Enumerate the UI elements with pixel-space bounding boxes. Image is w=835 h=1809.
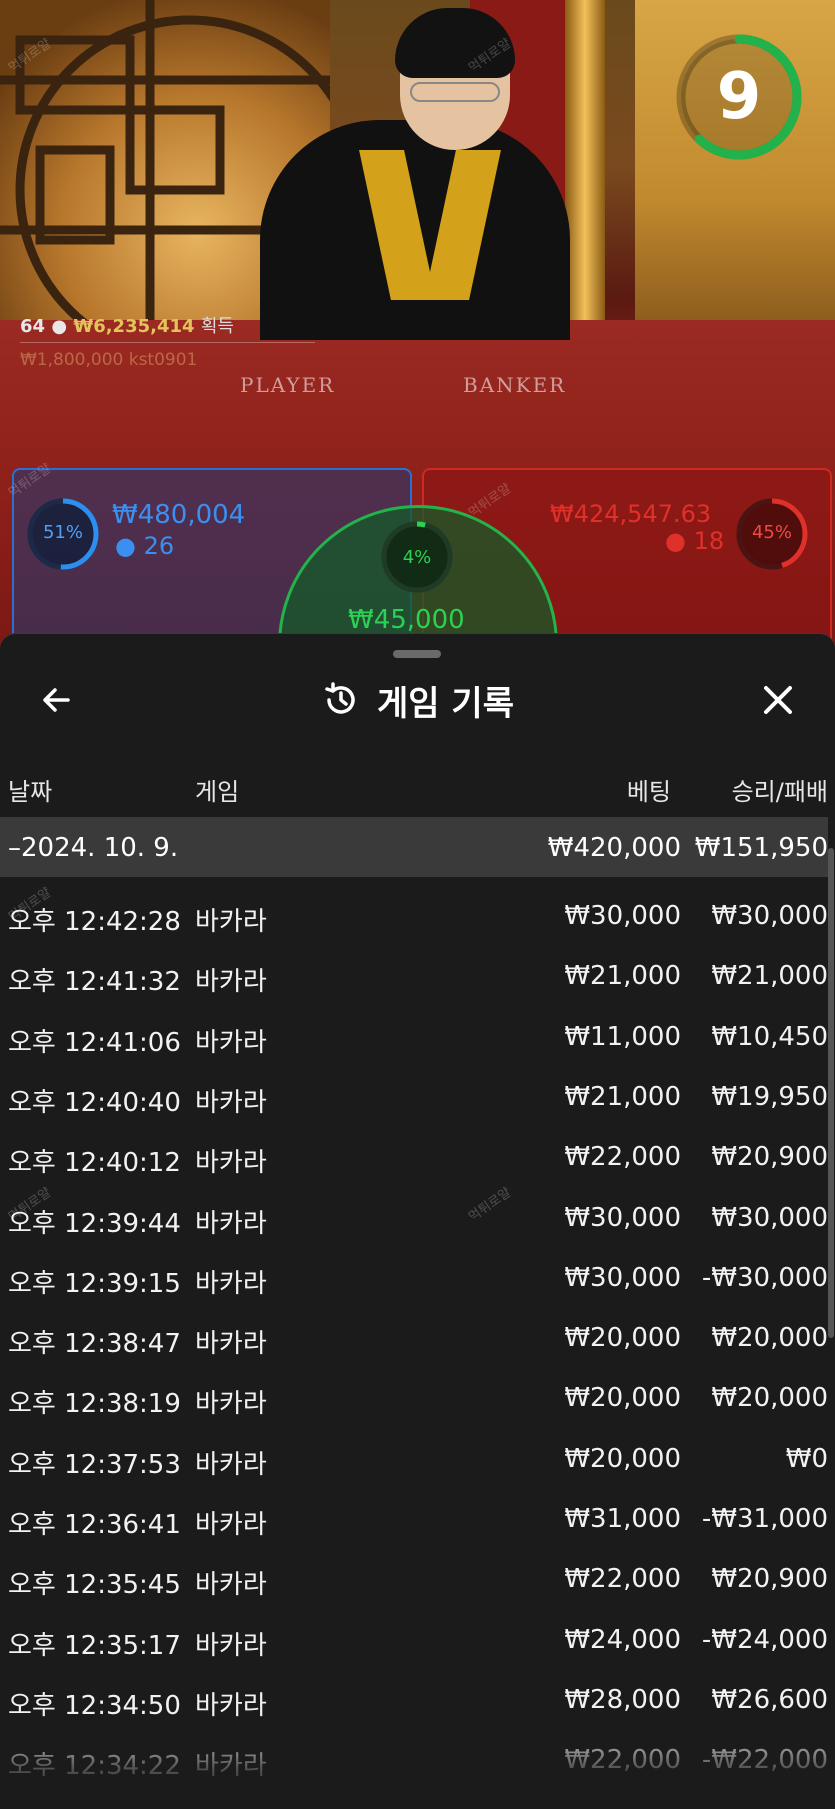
user-icon: ● bbox=[115, 532, 136, 560]
row-winloss: ₩20,900 bbox=[711, 1142, 828, 1172]
history-row[interactable]: 오후 12:42:28 바카라 ₩30,000 ₩30,000 bbox=[0, 885, 835, 945]
row-winloss: ₩20,900 bbox=[711, 1564, 828, 1594]
winner-count: 64 bbox=[20, 316, 46, 337]
user-icon: ● bbox=[51, 316, 68, 337]
date-group-winloss-total: ₩151,950 bbox=[694, 833, 828, 863]
row-winloss: ₩21,000 bbox=[711, 961, 828, 991]
countdown-number: 9 bbox=[716, 60, 762, 134]
close-button[interactable] bbox=[756, 678, 800, 722]
history-row[interactable]: 오후 12:39:44 바카라 ₩30,000 ₩30,000 bbox=[0, 1187, 835, 1247]
history-row[interactable]: 오후 12:35:45 바카라 ₩22,000 ₩20,900 bbox=[0, 1548, 835, 1608]
history-row[interactable]: 오후 12:35:17 바카라 ₩24,000 -₩24,000 bbox=[0, 1609, 835, 1669]
row-winloss: ₩20,000 bbox=[711, 1383, 828, 1413]
winners-summary: 64 ● ₩6,235,414 획득 bbox=[20, 312, 234, 338]
tie-percent: 4% bbox=[402, 547, 432, 568]
row-winloss: -₩30,000 bbox=[701, 1263, 828, 1293]
row-winloss: -₩24,000 bbox=[701, 1625, 828, 1655]
dealer-glasses bbox=[410, 82, 500, 102]
row-winloss: ₩20,000 bbox=[711, 1323, 828, 1353]
live-video: PLAYER BANKER 9 64 ● ₩6,235,414 획득 ₩1,80… bbox=[0, 0, 835, 660]
sheet-title: 게임 기록 bbox=[377, 683, 514, 724]
history-row[interactable]: 오후 12:38:19 바카라 ₩20,000 ₩20,000 bbox=[0, 1367, 835, 1427]
sheet-header: 게임 기록 bbox=[0, 678, 835, 724]
banker-percent: 45% bbox=[751, 522, 792, 543]
divider bbox=[20, 342, 315, 343]
player-table-label: PLAYER bbox=[240, 373, 336, 397]
column-header-winloss: 승리/패배 bbox=[731, 778, 828, 806]
history-clock-icon bbox=[325, 682, 355, 714]
bottom-fade bbox=[0, 1720, 835, 1809]
row-winloss: ₩30,000 bbox=[711, 901, 828, 931]
date-group-row[interactable]: –2024. 10. 9. ₩420,000 ₩151,950 bbox=[0, 817, 828, 877]
history-row[interactable]: 오후 12:38:47 바카라 ₩20,000 ₩20,000 bbox=[0, 1307, 835, 1367]
banker-table-label: BANKER bbox=[463, 373, 567, 397]
win-label: 획득 bbox=[200, 316, 234, 337]
history-row[interactable]: 오후 12:40:12 바카라 ₩22,000 ₩20,900 bbox=[0, 1126, 835, 1186]
row-winloss: ₩0 bbox=[785, 1444, 828, 1474]
top-winner: ₩1,800,000 kst0901 bbox=[20, 350, 198, 370]
history-row[interactable]: 오후 12:37:53 바카라 ₩20,000 ₩0 bbox=[0, 1428, 835, 1488]
row-winloss: ₩26,600 bbox=[711, 1685, 828, 1715]
history-row[interactable]: 오후 12:39:15 바카라 ₩30,000 -₩30,000 bbox=[0, 1247, 835, 1307]
player-bettor-count: ● 26 bbox=[115, 532, 175, 560]
gold-pillar bbox=[565, 0, 605, 330]
row-winloss: ₩10,450 bbox=[711, 1022, 828, 1052]
row-winloss: ₩19,950 bbox=[711, 1082, 828, 1112]
banker-bettor-count: ● 18 bbox=[665, 527, 725, 555]
history-row[interactable]: 오후 12:41:32 바카라 ₩21,000 ₩21,000 bbox=[0, 945, 835, 1005]
player-total-amount: ₩480,004 bbox=[112, 500, 246, 530]
drag-handle[interactable] bbox=[393, 650, 441, 658]
user-icon: ● bbox=[665, 527, 686, 555]
history-row[interactable]: 오후 12:41:06 바카라 ₩11,000 ₩10,450 bbox=[0, 1006, 835, 1066]
close-icon bbox=[764, 686, 792, 714]
banker-total-amount: ₩424,547.63 bbox=[550, 500, 712, 528]
total-win-amount: ₩6,235,414 bbox=[73, 316, 195, 337]
row-winloss: ₩30,000 bbox=[711, 1203, 828, 1233]
player-percent: 51% bbox=[42, 522, 83, 543]
history-row[interactable]: 오후 12:40:40 바카라 ₩21,000 ₩19,950 bbox=[0, 1066, 835, 1126]
tie-total-amount: ₩45,000 bbox=[348, 605, 465, 635]
history-row[interactable]: 오후 12:36:41 바카라 ₩31,000 -₩31,000 bbox=[0, 1488, 835, 1548]
row-winloss: -₩31,000 bbox=[701, 1504, 828, 1534]
